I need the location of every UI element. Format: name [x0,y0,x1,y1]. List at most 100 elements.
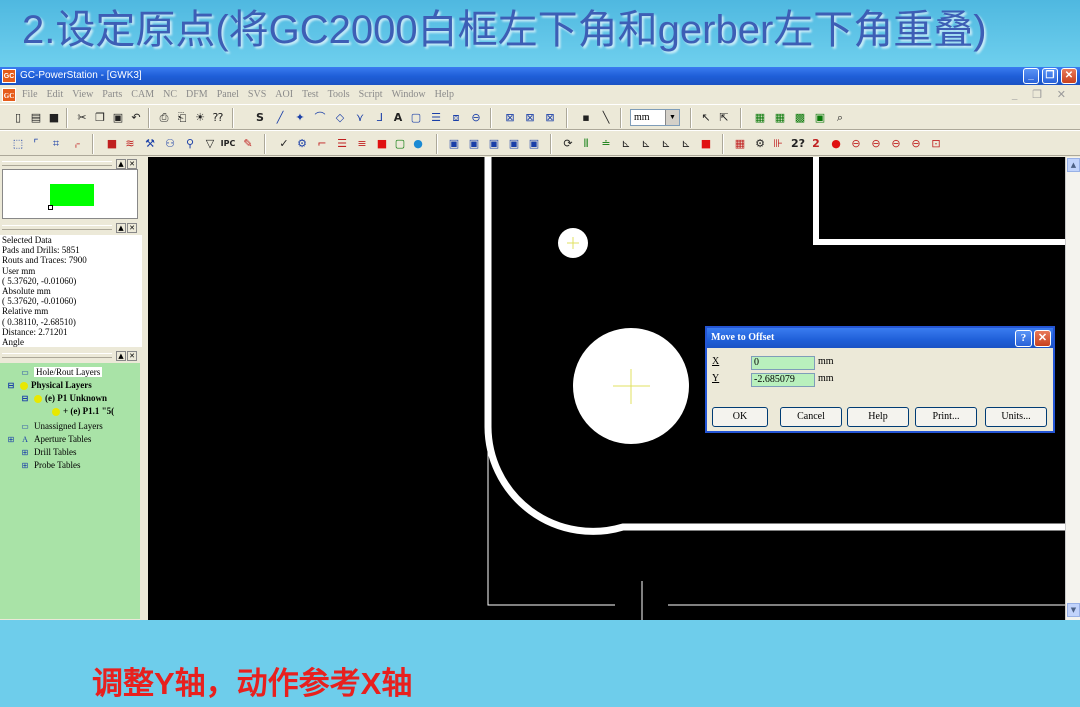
pointer-select-icon[interactable]: ⇱ [716,109,732,126]
rectangle-icon[interactable]: ▢ [408,109,424,126]
check-icon[interactable]: ✓ [276,135,292,152]
menu-item-view[interactable]: View [72,86,93,104]
rout-icon[interactable]: ≋ [122,135,138,152]
ipc-icon[interactable]: IPC [220,135,236,152]
tree-item-hole-rout[interactable]: ▭ Hole/Rout Layers [20,366,103,379]
print-preview-icon[interactable]: ⎙ [156,109,172,126]
tree-item-unassigned[interactable]: ▭ Unassigned Layers [20,420,103,433]
x-offset-input[interactable]: 0 [751,356,815,370]
document-icon[interactable]: GC [2,88,16,102]
connector-b-icon[interactable]: ⊖ [868,135,884,152]
tree-item-drill-tables[interactable]: ⊞ Drill Tables [20,446,77,459]
menu-item-cam[interactable]: CAM [131,86,154,104]
probe-icon[interactable]: ⚲ [182,135,198,152]
help-icon[interactable]: ? [1015,330,1032,347]
drop-icon[interactable]: ● [410,135,426,152]
filter-icon[interactable]: ▽ [202,135,218,152]
info-2-icon[interactable]: 2 [808,135,824,152]
axis-y-icon[interactable]: ⊾ [638,135,654,152]
view-export-icon[interactable]: ▣ [526,135,542,152]
pad-view-icon[interactable]: ▣ [812,109,828,126]
info-21-icon[interactable]: 2? [790,135,806,152]
component-icon[interactable]: ▩ [792,109,808,126]
select-frame-icon[interactable]: ⌜ [28,135,44,152]
scroll-up-icon[interactable]: ▲ [1067,158,1080,172]
close-icon[interactable]: ✕ [127,351,137,361]
tree-item-physical-layers[interactable]: ⊟ Physical Layers [6,379,92,392]
minimize-button[interactable]: _ [1023,68,1039,84]
lightbulb-icon[interactable]: ☀ [192,109,208,126]
zoom-prev-icon[interactable]: ⊠ [542,109,558,126]
step-repeat-icon[interactable]: ⧈ [448,109,464,126]
select-grid-icon[interactable]: ⌗ [48,135,64,152]
point-snap-icon[interactable]: ▪ [578,109,594,126]
pin-icon[interactable]: ▲ [116,159,126,169]
y-offset-input[interactable]: -2.685079 [751,373,815,387]
board-preview[interactable] [2,169,138,219]
context-help-icon[interactable]: ⁇ [210,109,226,126]
vertical-scrollbar[interactable]: ▲ ▼ [1065,157,1080,620]
view-both-icon[interactable]: ▣ [486,135,502,152]
menu-item-aoi[interactable]: AOI [275,86,293,104]
menu-item-svs[interactable]: SVS [248,86,266,104]
select-box-icon[interactable]: ⬚ [10,135,26,152]
axis-x-icon[interactable]: ⊾ [618,135,634,152]
tree-item-aperture-tables[interactable]: ⊞ A Aperture Tables [6,433,92,446]
draw-polygon-icon[interactable]: ◇ [332,109,348,126]
stack-icon[interactable]: ≡ [354,135,370,152]
collapse-icon[interactable]: ⊟ [6,381,16,390]
pointer-icon[interactable]: ↖ [698,109,714,126]
diagonal-snap-icon[interactable]: ╲ [598,109,614,126]
ok-button[interactable]: OK [712,407,768,427]
ref-icon[interactable]: ▦ [732,135,748,152]
tree-item-p1-unknown[interactable]: ⊟ (e) P1 Unknown [20,392,107,405]
measure-icon[interactable]: ⚒ [142,135,158,152]
dfm-check-icon[interactable]: ✎ [240,135,256,152]
select-filter-icon[interactable]: ⌌ [68,135,84,152]
pin-icon[interactable]: ▲ [116,223,126,233]
red-square-icon[interactable]: ■ [374,135,390,152]
scroll-down-icon[interactable]: ▼ [1067,603,1080,617]
mdi-controls[interactable]: _ ❐ ✕ [1012,86,1072,104]
tree-item-p1-1[interactable]: + (e) P1.1 "5( [52,405,114,418]
print-icon[interactable]: ⎗ [174,109,190,126]
grid-fine-icon[interactable]: ▦ [772,109,788,126]
undo-icon[interactable]: ↶ [128,109,144,126]
rotate-icon[interactable]: ⟳ [560,135,576,152]
menu-item-dfm[interactable]: DFM [186,86,208,104]
layers-icon[interactable]: ☰ [428,109,444,126]
close-icon[interactable]: ✕ [127,159,137,169]
menu-item-window[interactable]: Window [392,86,426,104]
tree-item-probe-tables[interactable]: ⊞ Probe Tables [20,459,81,472]
draw-pad-icon[interactable]: ✦ [292,109,308,126]
close-button[interactable]: ✕ [1061,68,1077,84]
menu-item-parts[interactable]: Parts [102,86,122,104]
bracket-icon[interactable]: ⊪ [770,135,786,152]
axis-offset-icon[interactable]: ⊾ [658,135,674,152]
zoom-area-icon[interactable]: ⊠ [522,109,538,126]
connector-red-icon[interactable]: ● [828,135,844,152]
connector-a-icon[interactable]: ⊖ [848,135,864,152]
connector-c-icon[interactable]: ⊖ [888,135,904,152]
draw-trace-icon[interactable]: ⋎ [352,109,368,126]
collapse-icon[interactable]: ⊟ [20,394,30,403]
drill-icon[interactable]: ■ [104,135,120,152]
cancel-button[interactable]: Cancel [780,407,842,427]
connector-e-icon[interactable]: ⊡ [928,135,944,152]
menu-item-script[interactable]: Script [359,86,383,104]
gear-icon[interactable]: ⚙ [752,135,768,152]
menu-item-tools[interactable]: Tools [328,86,350,104]
view-top-icon[interactable]: ▣ [446,135,462,152]
close-icon[interactable]: ✕ [127,223,137,233]
align-icon[interactable]: ☰ [334,135,350,152]
def-icon[interactable]: ⚙ [294,135,310,152]
magnifier-icon[interactable]: ⌕ [832,109,848,126]
axis-origin-icon[interactable]: ⊾ [678,135,694,152]
menu-item-nc[interactable]: NC [163,86,177,104]
zoom-fit-icon[interactable]: ⊠ [502,109,518,126]
draw-corner-icon[interactable]: ⅃ [372,109,388,126]
edit-pad-icon[interactable]: ⌐ [314,135,330,152]
new-file-icon[interactable]: ▯ [10,109,26,126]
menu-item-test[interactable]: Test [302,86,319,104]
menu-item-help[interactable]: Help [435,86,454,104]
